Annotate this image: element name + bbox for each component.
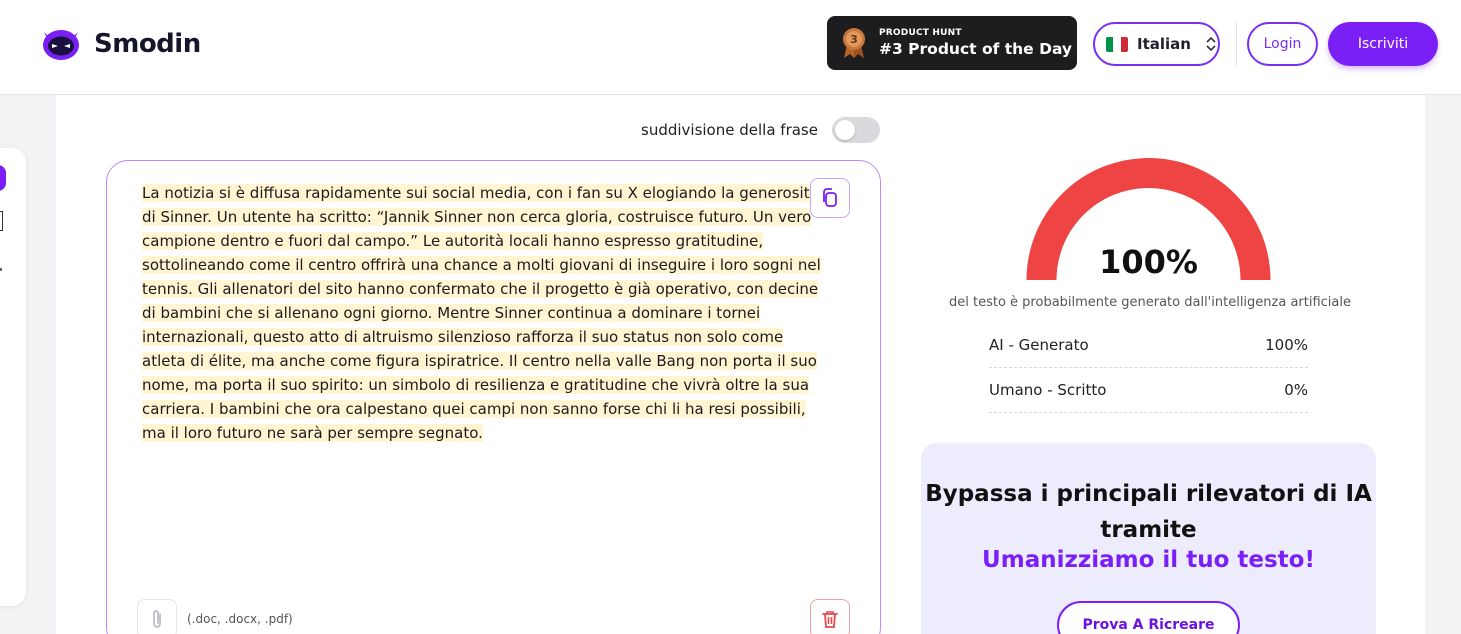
paperclip-icon <box>153 610 161 628</box>
try-humanizer-button[interactable]: Prova A Ricreare <box>1057 601 1240 634</box>
top-navbar: Smodin 3 PRODUCT HUNT #3 Product of the … <box>0 0 1461 95</box>
supported-file-types: (.doc, .docx, .pdf) <box>187 612 293 626</box>
toggle-knob <box>834 120 855 140</box>
login-button[interactable]: Login <box>1247 22 1318 66</box>
left-sidebar <box>0 148 26 606</box>
stat-label: Umano - Scritto <box>989 381 1107 399</box>
medal-rank: 3 <box>850 33 858 46</box>
header-divider <box>1236 22 1237 66</box>
medal-icon: 3 <box>843 28 865 58</box>
sidebar-icon[interactable] <box>0 211 3 231</box>
stat-value: 0% <box>1284 381 1308 399</box>
italy-flag-icon <box>1106 36 1128 52</box>
product-hunt-badge[interactable]: 3 PRODUCT HUNT #3 Product of the Day <box>827 16 1077 70</box>
sentence-split-label: suddivisione della frase <box>641 121 818 139</box>
sentence-split-toggle[interactable] <box>831 117 880 143</box>
copy-icon <box>823 188 837 207</box>
ai-score-percent: 100% <box>1099 243 1198 281</box>
product-hunt-title: #3 Product of the Day <box>879 40 1073 58</box>
highlighted-text: La notizia si è diffusa rapidamente sui … <box>142 184 821 442</box>
stat-row-ai: AI - Generato 100% <box>989 323 1308 368</box>
text-editor[interactable]: La notizia si è diffusa rapidamente sui … <box>106 160 881 634</box>
brand-logo[interactable]: Smodin <box>40 26 201 62</box>
attach-file-button[interactable] <box>137 599 177 634</box>
chevron-updown-icon <box>1206 36 1216 52</box>
trash-icon <box>822 611 838 628</box>
stat-value: 100% <box>1265 336 1308 354</box>
promo-title: Bypassa i principali rilevatori di IA tr… <box>925 481 1372 543</box>
language-label: Italian <box>1137 35 1191 53</box>
brand-name: Smodin <box>94 29 201 59</box>
promo-subtitle: Umanizziamo il tuo testo! <box>982 547 1315 573</box>
copy-button[interactable] <box>810 178 850 218</box>
sentence-split-control: suddivisione della frase <box>641 117 880 143</box>
stat-label: AI - Generato <box>989 336 1089 354</box>
signup-button[interactable]: Iscriviti <box>1328 22 1438 66</box>
editor-content[interactable]: La notizia si è diffusa rapidamente sui … <box>142 181 822 445</box>
sidebar-mark <box>0 268 2 271</box>
ai-score-caption: del testo è probabilmente generato dall'… <box>949 295 1351 310</box>
clear-text-button[interactable] <box>810 599 850 634</box>
robot-logo-icon <box>43 30 79 60</box>
stat-row-human: Umano - Scritto 0% <box>989 368 1308 413</box>
humanizer-promo: Bypassa i principali rilevatori di IA tr… <box>921 443 1376 634</box>
product-hunt-label: PRODUCT HUNT <box>879 28 962 38</box>
language-selector[interactable]: Italian <box>1093 22 1220 66</box>
